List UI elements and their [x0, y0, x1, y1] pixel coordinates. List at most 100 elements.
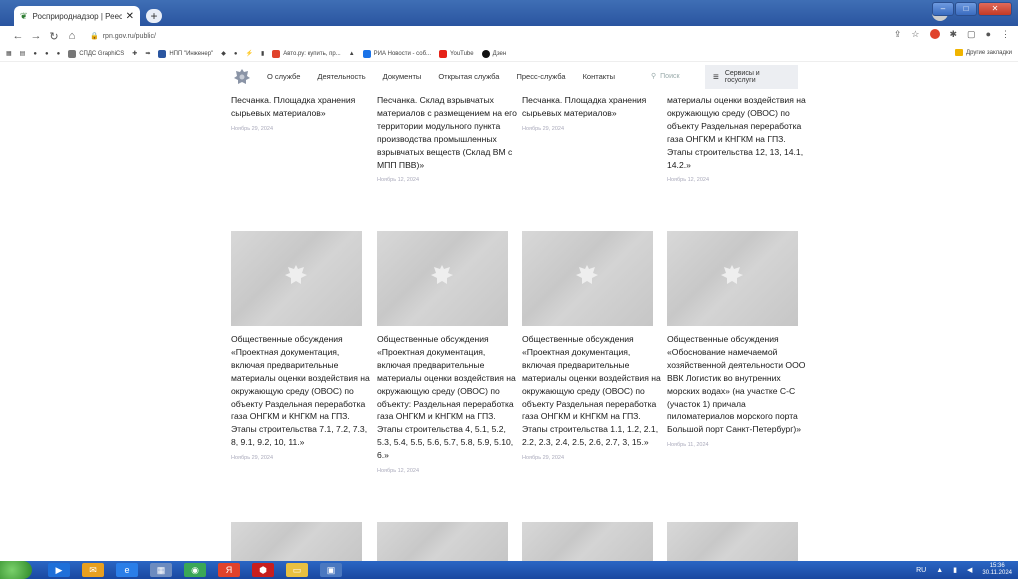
home-icon[interactable]: ⌂ [64, 30, 80, 42]
network-icon[interactable]: ▮ [953, 566, 957, 574]
news-card[interactable]: Общественные обсуждения «Обоснование нам… [667, 333, 807, 448]
pdf-icon[interactable]: ⬢ [252, 563, 274, 577]
card-date: Ноябрь 29, 2024 [231, 455, 274, 462]
menu-item-documents[interactable]: Документы [383, 72, 422, 81]
news-card[interactable]: Общественные обсуждения «Проектная докум… [522, 333, 662, 461]
browser-toolbar: ← → ↻ ⌂ 🔒 rpn.gov.ru/public/ [0, 26, 1018, 46]
folder-icon[interactable]: ▭ [286, 563, 308, 577]
mail-icon[interactable]: ✉ [82, 563, 104, 577]
card-title[interactable]: Общественные обсуждения «Проектная докум… [231, 333, 371, 449]
card-thumbnail[interactable] [522, 231, 653, 326]
apps-icon[interactable]: ▦ [6, 50, 12, 57]
extension-icon[interactable] [929, 29, 940, 39]
news-card[interactable]: Песчанка. Склад взрывчатых материалов с … [377, 94, 517, 183]
tab-title: Росприроднадзор | Реестр мате [32, 11, 122, 21]
card-title[interactable]: материалы оценки воздействия на окружающ… [667, 94, 807, 171]
bookmark-item[interactable]: СПДС GraphiCS [68, 49, 124, 58]
maximize-button[interactable]: □ [955, 2, 977, 16]
sidebar-icon[interactable]: ▢ [967, 29, 976, 40]
calculator-icon[interactable]: ▦ [150, 563, 172, 577]
ie-icon[interactable]: e [116, 563, 138, 577]
window-controls: – □ ✕ [932, 2, 1012, 16]
bookmark-icon[interactable]: ● [45, 51, 49, 57]
card-date: Ноябрь 11, 2024 [667, 442, 709, 449]
bookmark-icon[interactable]: ▮ [261, 50, 264, 57]
bookmark-item[interactable]: YouTube [439, 49, 474, 58]
start-button[interactable] [0, 561, 32, 579]
browser-tab[interactable]: ❦ Росприроднадзор | Реестр мате ✕ [14, 6, 140, 26]
services-button[interactable]: ≡ Сервисы и госуслуги [705, 65, 798, 89]
new-tab-button[interactable]: + [146, 9, 162, 23]
forward-icon[interactable]: → [28, 30, 44, 42]
news-card[interactable]: Песчанка. Площадка хранения сырьевых мат… [231, 94, 371, 132]
news-card[interactable]: Общественные обсуждения «Проектная докум… [231, 333, 371, 461]
language-indicator[interactable]: RU [916, 567, 926, 574]
minimize-button[interactable]: – [932, 2, 954, 16]
card-thumbnail[interactable] [667, 231, 798, 326]
menu-item-open-service[interactable]: Открытая служба [438, 72, 499, 81]
star-icon[interactable]: ☆ [911, 29, 919, 40]
news-card[interactable]: материалы оценки воздействия на окружающ… [667, 94, 807, 183]
bookmark-icon[interactable]: ● [57, 51, 61, 57]
card-thumbnail[interactable] [231, 231, 362, 326]
yandex-icon[interactable]: Я [218, 563, 240, 577]
card-title[interactable]: Песчанка. Склад взрывчатых материалов с … [377, 94, 517, 171]
back-icon[interactable]: ← [10, 30, 26, 42]
news-card[interactable]: Песчанка. Площадка хранения сырьевых мат… [522, 94, 662, 132]
puzzle-icon[interactable]: ✱ [950, 29, 958, 40]
card-date: Ноябрь 12, 2024 [377, 468, 420, 475]
bookmark-icon[interactable]: ✚ [132, 50, 137, 57]
close-window-button[interactable]: ✕ [978, 2, 1012, 16]
card-title[interactable]: Песчанка. Площадка хранения сырьевых мат… [231, 94, 371, 120]
lock-icon: 🔒 [90, 33, 99, 40]
menu-icon[interactable]: ⋮ [1001, 29, 1010, 40]
search-placeholder: Поиск [660, 72, 680, 80]
bookmark-icon[interactable]: ⚡ [245, 50, 252, 57]
close-tab-icon[interactable]: ✕ [126, 11, 134, 22]
volume-icon[interactable]: ◀ [967, 566, 972, 574]
url-text: rpn.gov.ru/public/ [102, 32, 156, 40]
bookmark-icon[interactable]: ▤ [20, 50, 26, 57]
clock[interactable]: 15:36 30.11.2024 [982, 563, 1012, 577]
bookmark-item[interactable]: Дзен [481, 49, 506, 58]
bookmark-item[interactable]: НПП "Инженер" [158, 49, 213, 58]
menu-item-about[interactable]: О службе [267, 72, 300, 81]
card-title[interactable]: Общественные обсуждения «Проектная докум… [377, 333, 517, 462]
card-date: Ноябрь 29, 2024 [522, 455, 565, 462]
menu-item-press[interactable]: Пресс-служба [516, 72, 565, 81]
bookmark-icon[interactable]: ▲ [349, 51, 355, 57]
media-player-icon[interactable]: ▶ [48, 563, 70, 577]
card-title[interactable]: Общественные обсуждения «Обоснование нам… [667, 333, 807, 436]
hamburger-icon: ≡ [713, 71, 719, 83]
card-thumbnail[interactable] [667, 522, 798, 561]
bookmark-icon[interactable]: ➡ [145, 50, 150, 57]
window-icon[interactable]: ▣ [320, 563, 342, 577]
card-thumbnail[interactable] [377, 522, 508, 561]
bookmark-icon[interactable]: ● [33, 51, 37, 57]
card-thumbnail[interactable] [231, 522, 362, 561]
coat-of-arms-icon[interactable] [232, 67, 252, 87]
other-bookmarks[interactable]: Другие закладки [955, 49, 1012, 56]
emblem-icon [285, 265, 307, 284]
bookmark-item[interactable]: Авто.ру: купить, пр... [272, 49, 341, 58]
bookmark-icon[interactable]: ◆ [221, 50, 226, 57]
chrome-icon[interactable]: ◉ [184, 563, 206, 577]
toolbar-actions: ⇪ ☆ ✱ ▢ ● ⋮ [894, 29, 1010, 40]
news-card[interactable]: Общественные обсуждения «Проектная докум… [377, 333, 517, 474]
card-title[interactable]: Общественные обсуждения «Проектная докум… [522, 333, 662, 449]
card-date: Ноябрь 29, 2024 [231, 125, 274, 132]
reload-icon[interactable]: ↻ [46, 30, 62, 43]
address-bar[interactable]: 🔒 rpn.gov.ru/public/ [90, 32, 156, 41]
bookmark-icon[interactable]: ● [234, 51, 238, 57]
card-title[interactable]: Песчанка. Площадка хранения сырьевых мат… [522, 94, 662, 120]
menu-item-activity[interactable]: Деятельность [317, 72, 365, 81]
profile-icon[interactable]: ● [986, 29, 991, 40]
bookmark-item[interactable]: РИА Новости - соб... [362, 49, 431, 58]
share-icon[interactable]: ⇪ [894, 29, 902, 40]
menu-item-contacts[interactable]: Контакты [583, 72, 615, 81]
site-search[interactable]: ⚲ Поиск [651, 72, 680, 81]
card-thumbnail[interactable] [522, 522, 653, 561]
tray-arrow-icon[interactable]: ▲ [936, 567, 943, 574]
main-menu: О службе Деятельность Документы Открытая… [267, 72, 615, 81]
card-thumbnail[interactable] [377, 231, 508, 326]
